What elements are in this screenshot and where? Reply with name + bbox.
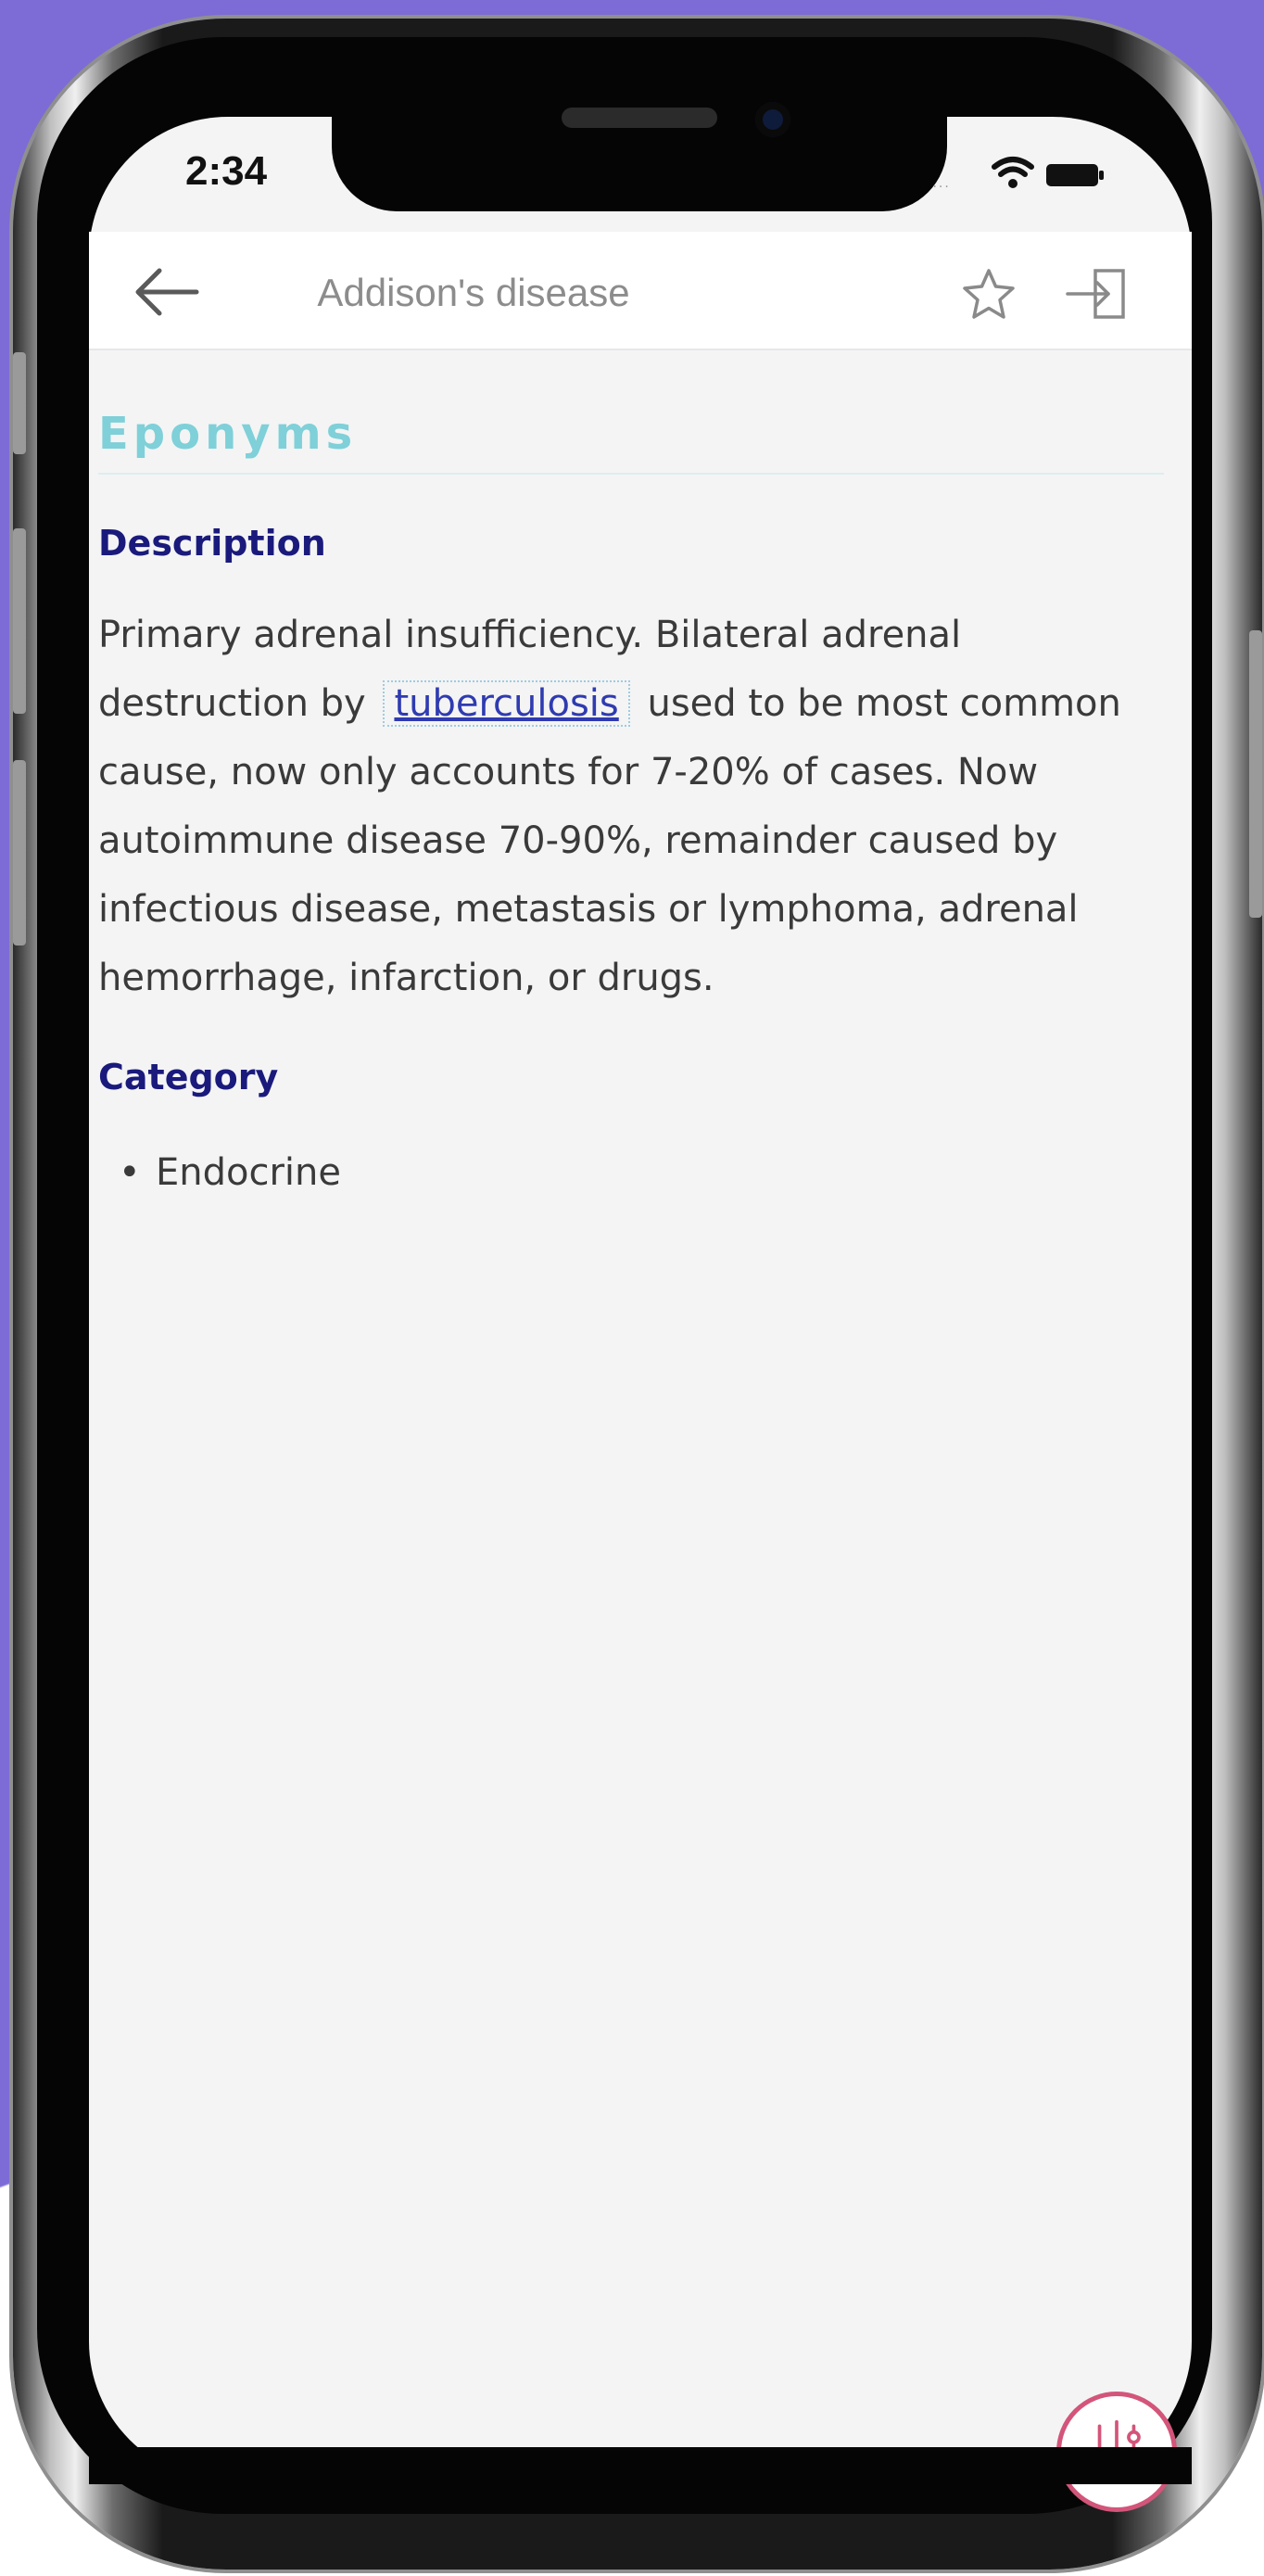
navigation-bar: Addison's disease xyxy=(89,232,1192,350)
phone-speaker xyxy=(562,108,717,128)
phone-camera xyxy=(755,102,790,137)
category-item-label: Endocrine xyxy=(156,1151,341,1194)
phone-power-button xyxy=(1249,630,1262,918)
phone-volume-down xyxy=(13,760,26,945)
screen-bottom-bezel xyxy=(89,2447,1192,2484)
section-heading: Eponyms xyxy=(98,408,1164,475)
description-label: Description xyxy=(98,523,326,564)
phone-volume-up xyxy=(13,528,26,714)
phone-silent-switch xyxy=(13,352,26,454)
tuberculosis-link[interactable]: tuberculosis xyxy=(383,680,630,727)
wifi-icon xyxy=(992,157,1034,188)
category-list: • Endocrine xyxy=(98,1151,1164,1194)
battery-icon xyxy=(1046,164,1104,186)
back-arrow-icon[interactable] xyxy=(130,260,204,324)
bullet-icon: • xyxy=(119,1151,141,1194)
category-label: Category xyxy=(98,1057,279,1098)
status-time: 2:34 xyxy=(185,148,268,194)
category-item: • Endocrine xyxy=(119,1151,1164,1194)
description-text: Primary adrenal insufficiency. Bilateral… xyxy=(98,601,1173,1012)
export-icon[interactable] xyxy=(1062,265,1129,323)
star-icon[interactable] xyxy=(960,267,1018,321)
article-content: Eponyms Description Primary adrenal insu… xyxy=(98,408,1164,1194)
description-text-after-link: used to be most common cause, now only a… xyxy=(98,682,1121,999)
phone-notch xyxy=(332,65,947,211)
page-title: Addison's disease xyxy=(317,271,630,314)
status-icons: .... xyxy=(927,154,1131,191)
